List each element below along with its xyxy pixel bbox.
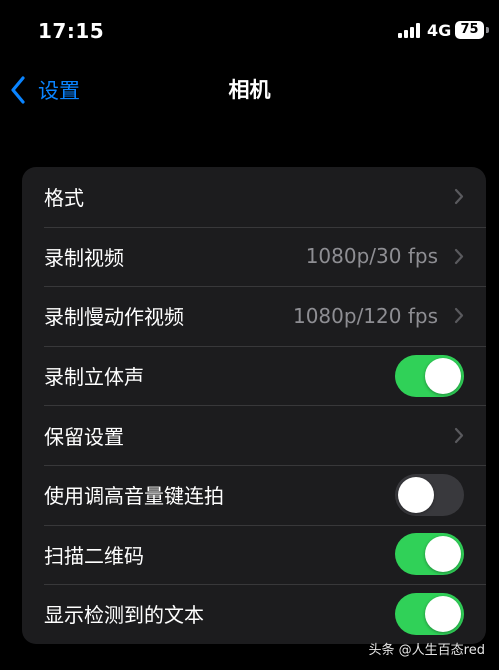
network-type: 4G	[427, 21, 452, 40]
scan-qr-codes-toggle[interactable]	[395, 533, 464, 576]
toggle-knob	[425, 595, 461, 632]
row-label: 格式	[44, 186, 84, 211]
row-label: 录制慢动作视频	[44, 305, 184, 330]
battery-icon: 75	[455, 21, 484, 39]
settings-row-record-stereo: 录制立体声	[22, 345, 486, 406]
chevron-right-icon	[454, 189, 464, 205]
cellular-signal-icon	[398, 23, 420, 38]
chevron-right-icon	[454, 427, 464, 443]
toggle-knob	[425, 357, 461, 394]
settings-row-format[interactable]: 格式	[22, 167, 486, 227]
row-label: 扫描二维码	[44, 543, 144, 568]
settings-row-preserve-settings[interactable]: 保留设置	[22, 405, 486, 465]
show-detected-text-toggle[interactable]	[395, 592, 464, 635]
settings-row-volume-up-burst: 使用调高音量键连拍	[22, 464, 486, 525]
status-time: 17:15	[38, 19, 105, 43]
row-label: 使用调高音量键连拍	[44, 484, 224, 509]
toggle-knob	[398, 476, 434, 513]
row-label: 显示检测到的文本	[44, 603, 204, 628]
row-value: 1080p/120 fps	[292, 303, 438, 328]
toggle-knob	[425, 536, 461, 573]
settings-row-scan-qr-codes: 扫描二维码	[22, 524, 486, 585]
row-value: 1080p/30 fps	[305, 244, 438, 269]
chevron-right-icon	[454, 248, 464, 264]
camera-settings-group: 格式 录制视频 1080p/30 fps 录制慢动作视频 1080p/120 f…	[22, 167, 486, 644]
volume-up-burst-toggle[interactable]	[395, 473, 464, 516]
settings-row-show-detected-text: 显示检测到的文本	[22, 584, 486, 644]
battery-nub	[486, 27, 489, 33]
chevron-right-icon	[454, 308, 464, 324]
settings-row-record-slo-mo[interactable]: 录制慢动作视频 1080p/120 fps	[22, 286, 486, 346]
row-label: 录制立体声	[44, 365, 144, 390]
watermark: 头条 @人生百态red	[368, 643, 485, 658]
page-title: 相机	[228, 78, 271, 102]
status-bar: 17:15 4G 75	[0, 0, 499, 62]
record-stereo-toggle[interactable]	[395, 354, 464, 397]
row-label: 录制视频	[44, 245, 124, 270]
navigation-bar: 设置 相机	[0, 62, 499, 118]
settings-row-record-video[interactable]: 录制视频 1080p/30 fps	[22, 226, 486, 287]
row-label: 保留设置	[44, 424, 124, 449]
